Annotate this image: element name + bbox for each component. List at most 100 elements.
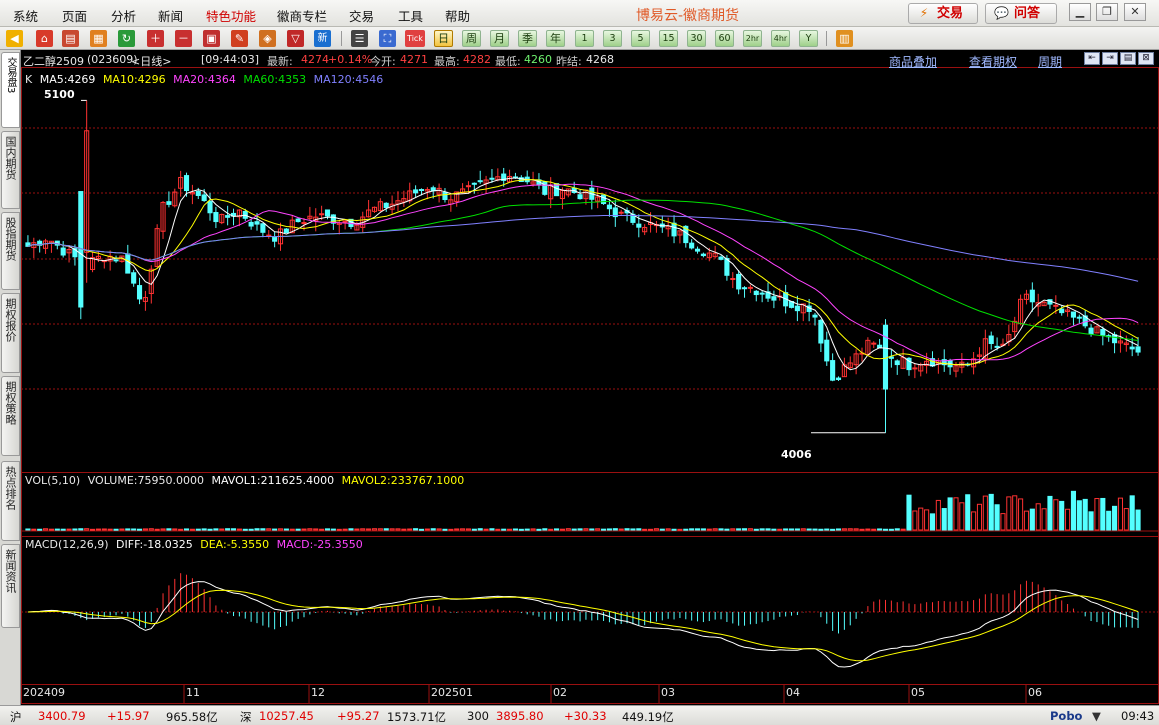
- home-icon[interactable]: ⌂: [36, 30, 53, 47]
- volume-bar: [765, 528, 771, 531]
- trade-button[interactable]: ⚡ 交易: [908, 3, 978, 24]
- app-title: 博易云-徽商期货: [636, 8, 740, 24]
- volume-bar: [924, 509, 930, 531]
- menu-help[interactable]: 帮助: [445, 6, 470, 25]
- period-15min[interactable]: 15: [659, 30, 678, 47]
- volume-bar: [542, 528, 548, 531]
- candle-body: [894, 360, 900, 366]
- volume-bar: [947, 497, 953, 531]
- candle-body: [183, 175, 190, 192]
- panel-close-icon[interactable]: ⊠: [1138, 52, 1154, 65]
- back-icon[interactable]: ◀: [6, 30, 23, 47]
- menu-page[interactable]: 页面: [62, 6, 87, 25]
- panel-icon[interactable]: ▤: [1120, 52, 1136, 65]
- period-week[interactable]: 周: [462, 30, 481, 47]
- candle-body: [988, 335, 994, 344]
- volume-bar: [84, 528, 90, 531]
- volume-bar: [824, 528, 830, 531]
- window-icon[interactable]: ▣: [203, 30, 220, 47]
- close-button[interactable]: ✕: [1124, 3, 1146, 21]
- candle-body: [577, 194, 583, 200]
- candle-body: [295, 218, 301, 223]
- candle-body: [207, 201, 213, 214]
- tick-icon[interactable]: Tick: [405, 30, 425, 47]
- candle-body: [254, 221, 260, 225]
- volume-bar: [835, 528, 842, 531]
- tab-trade-board[interactable]: 交易盘3: [1, 52, 20, 128]
- fullscreen-icon[interactable]: ⛶: [379, 30, 396, 47]
- expand-left-icon[interactable]: ⇤: [1084, 52, 1100, 65]
- minimize-button[interactable]: ▁: [1069, 3, 1091, 21]
- list-icon[interactable]: ☰: [351, 30, 368, 47]
- layers-icon[interactable]: ◈: [259, 30, 276, 47]
- period-3min[interactable]: 3: [603, 30, 622, 47]
- candle-body: [671, 222, 677, 237]
- period-2hr[interactable]: 2hr: [743, 30, 762, 47]
- period-link[interactable]: 周期: [1038, 53, 1062, 70]
- volume-bar: [877, 528, 883, 531]
- expand-right-icon[interactable]: ⇥: [1102, 52, 1118, 65]
- filter-icon[interactable]: ▽: [287, 30, 304, 47]
- period-5min[interactable]: 5: [631, 30, 650, 47]
- volume-bar: [483, 528, 489, 531]
- x-axis: 202409 11 12 202501 02 03 04 05 06: [21, 684, 1042, 704]
- refresh-icon[interactable]: ↻: [118, 30, 135, 47]
- volume-bar: [348, 528, 354, 531]
- tab-hot-ranking[interactable]: 热点排名: [1, 461, 20, 541]
- kline-chart[interactable]: 202409 11 12 202501 02 03 04 05 06: [21, 50, 1159, 705]
- candle-body: [888, 356, 894, 359]
- period-custom[interactable]: Y: [799, 30, 818, 47]
- period-year[interactable]: 年: [546, 30, 565, 47]
- pen-icon[interactable]: ✎: [231, 30, 248, 47]
- volume-bar: [113, 528, 119, 531]
- menu-analysis[interactable]: 分析: [111, 6, 136, 25]
- zoom-in-icon[interactable]: ＋: [147, 30, 164, 47]
- dea-value: DEA:-5.3550: [200, 538, 270, 551]
- quote-icon[interactable]: ▤: [62, 30, 79, 47]
- volume-bar: [730, 528, 736, 531]
- volume-bar: [1082, 498, 1088, 531]
- tab-index-futures[interactable]: 股指期货: [1, 212, 20, 290]
- menu-tools[interactable]: 工具: [398, 6, 423, 25]
- period-4hr[interactable]: 4hr: [771, 30, 790, 47]
- volume-bar: [894, 528, 900, 531]
- period-day[interactable]: 日: [434, 30, 453, 47]
- volume-bar: [1088, 511, 1094, 531]
- menu-special-features[interactable]: 特色功能: [206, 6, 256, 25]
- calculator-icon[interactable]: ▥: [836, 30, 853, 47]
- tab-domestic-futures[interactable]: 国内期货: [1, 131, 20, 209]
- tab-news[interactable]: 新闻资讯: [1, 544, 20, 628]
- restore-button[interactable]: ❐: [1096, 3, 1118, 21]
- volume-bar: [230, 528, 237, 531]
- candle-body: [418, 189, 425, 192]
- volume-bar: [131, 528, 137, 531]
- x-axis-tick-label: 02: [553, 686, 567, 699]
- chart-icon[interactable]: ▦: [90, 30, 107, 47]
- sh-label: 沪: [10, 710, 22, 724]
- volume-bar: [465, 528, 472, 531]
- candle-body: [694, 248, 701, 252]
- menu-trade[interactable]: 交易: [349, 6, 374, 25]
- period-30min[interactable]: 30: [687, 30, 706, 47]
- overlay-commodity-link[interactable]: 商品叠加: [889, 53, 937, 70]
- volume-bar: [236, 528, 242, 531]
- tab-option-quotes[interactable]: 期权报价: [1, 293, 20, 373]
- candle-body: [771, 296, 777, 301]
- menu-huishang-column[interactable]: 徽商专栏: [277, 6, 327, 25]
- volume-bar: [601, 528, 607, 531]
- view-options-link[interactable]: 查看期权: [969, 53, 1017, 70]
- period-month[interactable]: 月: [490, 30, 509, 47]
- tab-option-strategy[interactable]: 期权策略: [1, 376, 20, 456]
- ask-button[interactable]: 💬 问答: [985, 3, 1057, 24]
- period-1min[interactable]: 1: [575, 30, 594, 47]
- period-60min[interactable]: 60: [715, 30, 734, 47]
- menu-system[interactable]: 系统: [13, 6, 38, 25]
- new-icon[interactable]: 新: [314, 30, 331, 47]
- period-quarter[interactable]: 季: [518, 30, 537, 47]
- high-label: 最高:: [434, 55, 460, 68]
- volume-bar: [366, 528, 372, 531]
- sz-amount: 1573.71亿: [387, 710, 447, 724]
- menu-news[interactable]: 新闻: [158, 6, 183, 25]
- zoom-out-icon[interactable]: －: [175, 30, 192, 47]
- volume-bar: [830, 528, 836, 531]
